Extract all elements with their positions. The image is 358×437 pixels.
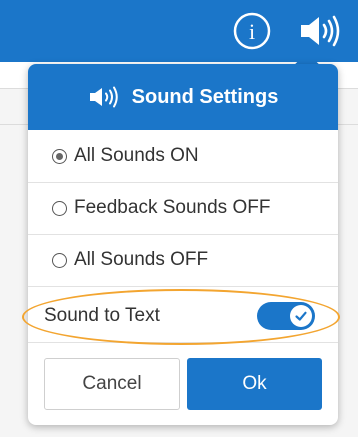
ok-button[interactable]: Ok	[187, 358, 322, 410]
divider	[28, 286, 338, 287]
top-bar: i	[0, 0, 358, 62]
svg-text:i: i	[249, 19, 255, 44]
option-feedback-sounds-off[interactable]: Feedback Sounds OFF	[28, 182, 338, 234]
sound-settings-dialog: Sound Settings All Sounds ON Feedback So…	[28, 64, 338, 425]
option-all-sounds-on[interactable]: All Sounds ON	[28, 130, 338, 182]
toggle-knob	[290, 305, 312, 327]
checkmark-icon	[295, 311, 307, 321]
sound-to-text-row: Sound to Text	[28, 290, 338, 342]
background-divider	[0, 124, 28, 125]
cancel-button[interactable]: Cancel	[44, 358, 180, 410]
option-all-sounds-off[interactable]: All Sounds OFF	[28, 234, 338, 286]
dialog-header: Sound Settings	[28, 64, 338, 130]
sound-to-text-toggle[interactable]	[257, 302, 315, 330]
radio-unselected[interactable]	[52, 252, 67, 268]
info-icon[interactable]: i	[231, 10, 273, 52]
option-label: Feedback Sounds OFF	[74, 197, 271, 218]
divider	[28, 342, 338, 343]
background-divider	[338, 124, 358, 125]
speaker-icon	[88, 85, 122, 109]
radio-unselected[interactable]	[52, 200, 67, 216]
option-label: All Sounds OFF	[74, 249, 209, 270]
option-label: All Sounds ON	[74, 145, 199, 166]
speaker-icon[interactable]	[296, 10, 346, 52]
sound-to-text-label: Sound to Text	[44, 305, 160, 326]
dialog-title: Sound Settings	[131, 85, 279, 108]
radio-selected[interactable]	[52, 148, 67, 164]
